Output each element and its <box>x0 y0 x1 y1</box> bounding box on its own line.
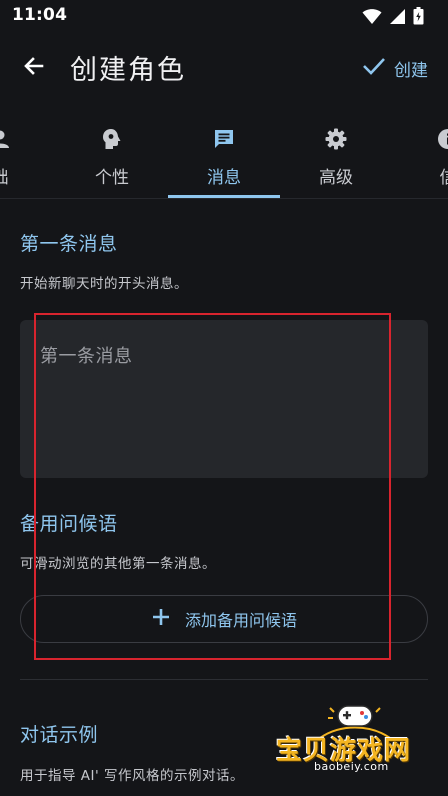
alt-greetings-description: 可滑动浏览的其他第一条消息。 <box>20 556 216 572</box>
alt-greetings-heading: 备用问候语 <box>20 513 118 535</box>
status-time: 11:04 <box>12 5 68 25</box>
dialogue-examples-heading: 对话示例 <box>20 724 99 746</box>
check-icon <box>362 56 386 81</box>
create-button-label: 创建 <box>394 61 428 81</box>
watermark-text: 宝贝游戏网 <box>276 736 412 766</box>
first-message-placeholder: 第一条消息 <box>40 346 133 367</box>
tab-label: 信 <box>440 163 448 188</box>
tab-basic[interactable]: 础 <box>0 104 56 198</box>
message-icon <box>213 127 235 151</box>
tabs-divider <box>0 198 448 199</box>
tab-label: 高级 <box>319 168 353 188</box>
section-divider <box>20 679 428 680</box>
add-alt-greeting-button[interactable]: 添加备用问候语 <box>20 595 428 643</box>
tab-label: 个性 <box>95 168 129 188</box>
tab-advanced[interactable]: 高级 <box>280 104 392 198</box>
arrow-back-icon <box>22 54 46 82</box>
tab-messages[interactable]: 消息 <box>168 104 280 198</box>
info-icon <box>437 127 448 151</box>
signal-icon <box>389 8 406 29</box>
add-alt-greeting-label: 添加备用问候语 <box>184 611 297 630</box>
app-bar: 创建角色 创建 <box>0 32 448 104</box>
gear-icon <box>325 127 347 151</box>
first-message-heading: 第一条消息 <box>20 233 118 255</box>
tab-label: 础 <box>0 163 9 188</box>
watermark: 宝贝游戏网 baobeiy.com <box>270 700 440 790</box>
page-title: 创建角色 <box>70 55 186 86</box>
wifi-icon <box>362 8 382 29</box>
watermark-url: baobeiy.com <box>314 760 389 773</box>
gamepad-logo-icon <box>319 705 391 739</box>
person-icon <box>0 127 11 151</box>
dialogue-examples-description: 用于指导 AI' 写作风格的示例对话。 <box>20 768 245 784</box>
tab-bar: 础 个性 消息 高级 <box>0 104 448 198</box>
head-gear-icon <box>102 127 122 151</box>
status-icons <box>362 7 424 29</box>
status-bar: 11:04 <box>0 0 448 32</box>
tab-label: 消息 <box>207 168 241 188</box>
tab-personality[interactable]: 个性 <box>56 104 168 198</box>
first-message-input[interactable]: 第一条消息 <box>20 320 428 478</box>
battery-icon <box>413 7 424 29</box>
plus-icon <box>151 607 171 631</box>
back-button[interactable] <box>18 52 50 84</box>
create-button[interactable]: 创建 <box>362 56 428 81</box>
first-message-description: 开始新聊天时的开头消息。 <box>20 276 188 292</box>
tab-info[interactable]: 信 <box>392 104 448 198</box>
